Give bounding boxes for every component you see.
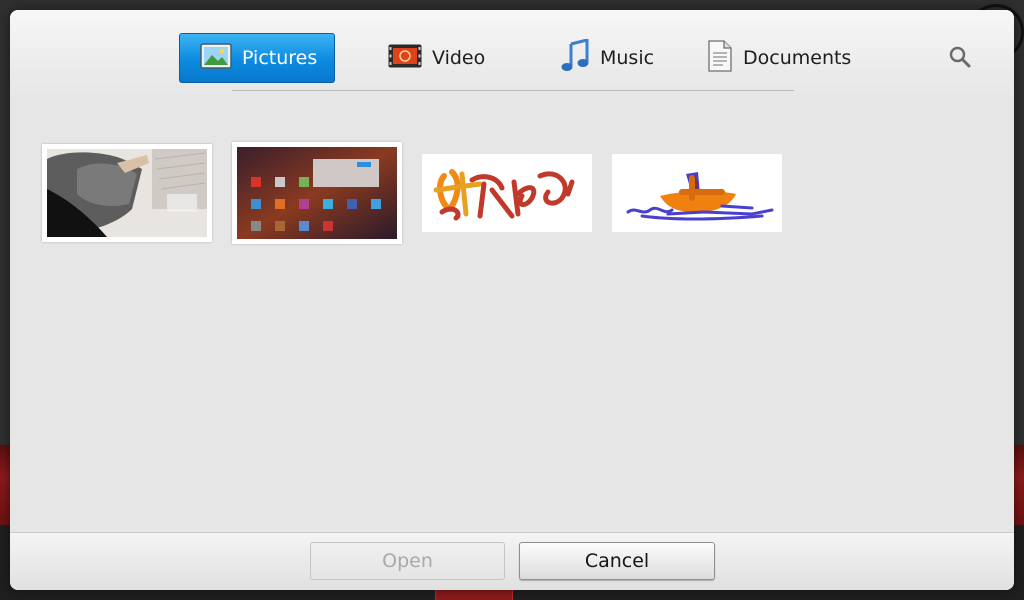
picture-thumbnail[interactable] [612, 154, 782, 232]
drawing-image [612, 154, 782, 232]
dialog-footer: Open Cancel [10, 532, 1014, 590]
picture-thumbnail[interactable] [422, 154, 592, 232]
tab-music[interactable]: Music [540, 33, 680, 83]
open-button[interactable]: Open [310, 542, 505, 580]
pictures-icon [200, 42, 232, 74]
tab-pictures-label: Pictures [242, 47, 318, 69]
tab-documents[interactable]: Documents [687, 33, 867, 83]
tabbar-divider [232, 90, 794, 91]
tab-pictures[interactable]: Pictures [179, 33, 335, 83]
cancel-button[interactable]: Cancel [519, 542, 715, 580]
tab-video-label: Video [432, 47, 486, 69]
tab-music-label: Music [600, 47, 655, 69]
document-icon [707, 39, 733, 77]
picture-thumbnail[interactable] [42, 144, 212, 242]
photo-image [47, 149, 207, 237]
screenshot-image [237, 147, 397, 239]
tab-video[interactable]: Video [368, 33, 508, 83]
search-button[interactable] [944, 44, 976, 74]
video-film-icon [388, 44, 422, 73]
picture-thumbnail[interactable] [232, 142, 402, 244]
tab-documents-label: Documents [743, 47, 852, 69]
search-icon [948, 45, 972, 73]
file-picker-dialog: Pictures Video Music Documents Open Canc… [10, 10, 1014, 590]
pictures-grid [10, 102, 1014, 532]
drawing-image [422, 154, 592, 232]
music-note-icon [560, 37, 590, 78]
media-type-tabbar: Pictures Video Music Documents [10, 10, 1014, 102]
